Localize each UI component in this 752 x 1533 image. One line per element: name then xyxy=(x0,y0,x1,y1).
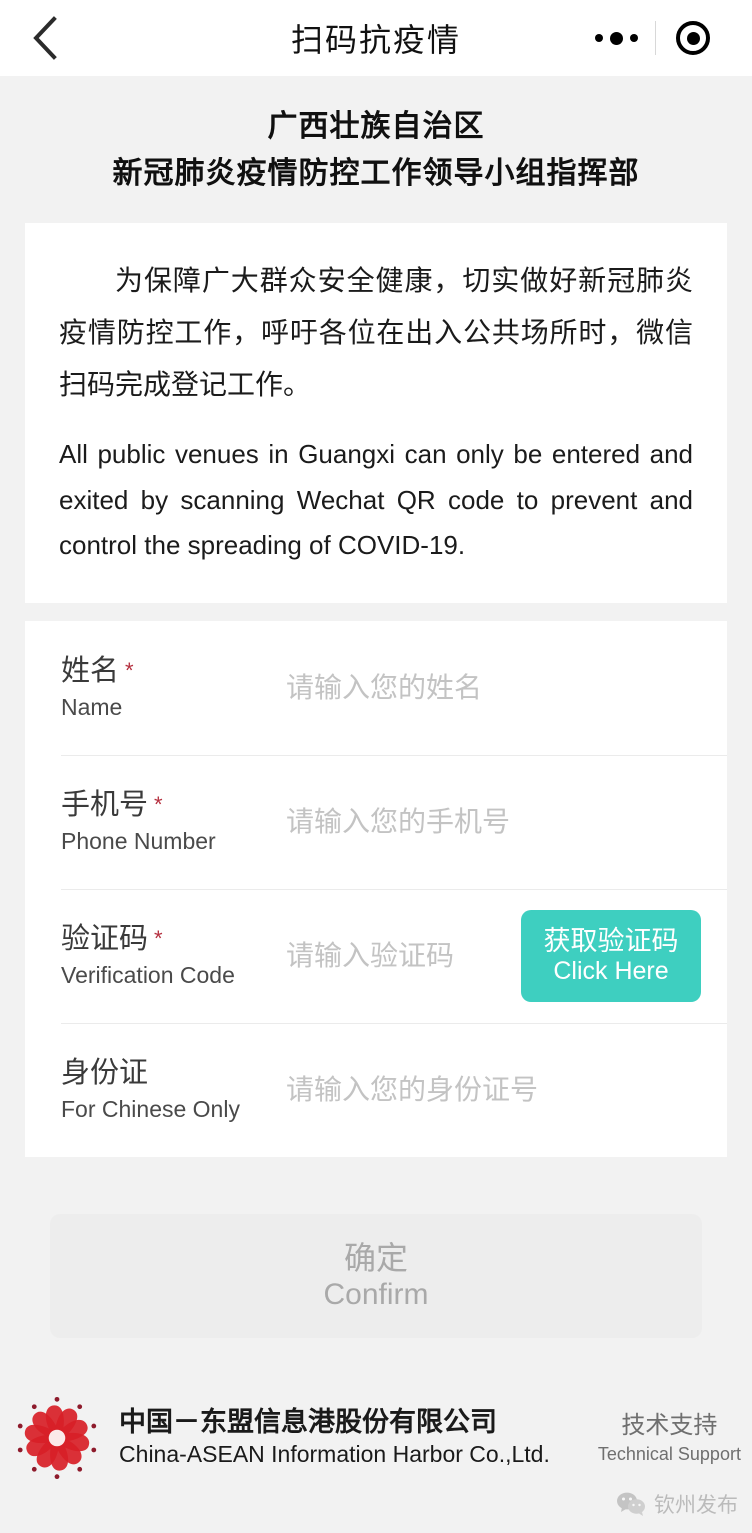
label-phone-cn: 手机号 * xyxy=(61,787,286,823)
required-asterisk: * xyxy=(154,925,163,951)
label-name-cn-text: 姓名 xyxy=(61,654,120,687)
org-title-line-2: 新冠肺炎疫情防控工作领导小组指挥部 xyxy=(112,156,640,190)
footer: 中国－东盟信息港股份有限公司 China-ASEAN Information H… xyxy=(0,1392,752,1484)
footer-company-en: China-ASEAN Information Harbor Co.,Ltd. xyxy=(119,1441,550,1468)
target-core xyxy=(686,31,700,45)
wechat-capsule xyxy=(577,15,730,61)
close-target-button[interactable] xyxy=(656,15,730,61)
footer-support: 技术支持 Technical Support xyxy=(598,1410,741,1467)
footer-support-cn: 技术支持 xyxy=(621,1411,718,1439)
id-card-input[interactable] xyxy=(286,1073,701,1106)
confirm-label-cn: 确定 xyxy=(343,1239,408,1276)
label-phone-cn-text: 手机号 xyxy=(61,788,149,821)
label-id-card-en: For Chinese Only xyxy=(61,1096,240,1123)
chevron-left-icon xyxy=(33,16,57,60)
label-verification-code: 验证码 * Verification Code xyxy=(61,921,286,991)
field-phone xyxy=(286,805,701,838)
org-title: 广西壮族自治区 新冠肺炎疫情防控工作领导小组指挥部 xyxy=(0,76,752,223)
watermark-text: 钦州发布 xyxy=(654,1494,738,1517)
watermark: 钦州发布 xyxy=(616,1489,738,1519)
get-code-label-cn: 获取验证码 xyxy=(543,925,679,956)
footer-support-en: Technical Support xyxy=(597,1443,741,1464)
name-input[interactable] xyxy=(286,671,701,704)
target-circle-icon xyxy=(676,21,710,55)
navbar: 扫码抗疫情 xyxy=(0,0,752,76)
org-title-line-1: 广西壮族自治区 xyxy=(267,110,485,143)
notice-text-chinese: 为保障广大群众安全健康，切实做好新冠肺炎疫情防控工作，呼吁各位在出入公共场所时，… xyxy=(59,265,693,400)
field-verification-code xyxy=(286,939,507,972)
confirm-label-en: Confirm xyxy=(323,1278,429,1312)
form-row-phone: 手机号 * Phone Number xyxy=(25,754,727,889)
footer-company-cn: 中国－东盟信息港股份有限公司 xyxy=(119,1407,498,1438)
get-code-label-en: Click Here xyxy=(553,957,669,986)
get-verification-code-button[interactable]: 获取验证码 Click Here xyxy=(521,909,701,1002)
required-asterisk: * xyxy=(125,657,134,683)
form-row-name: 姓名 * Name xyxy=(25,621,727,755)
china-asean-flower-logo xyxy=(17,1396,97,1479)
dot-right xyxy=(629,34,638,42)
back-button[interactable] xyxy=(22,15,68,61)
dot-center xyxy=(609,31,623,45)
confirm-area: 确定 Confirm xyxy=(0,1157,752,1338)
verification-code-input[interactable] xyxy=(286,939,507,972)
dot-left xyxy=(594,34,603,42)
field-id-card xyxy=(286,1073,701,1106)
more-dots-icon[interactable] xyxy=(577,15,655,61)
label-name-en: Name xyxy=(61,694,123,721)
notice-card: 为保障广大群众安全健康，切实做好新冠肺炎疫情防控工作，呼吁各位在出入公共场所时，… xyxy=(25,223,727,603)
label-verification-code-cn: 验证码 * xyxy=(61,921,286,957)
label-phone: 手机号 * Phone Number xyxy=(61,787,286,857)
wechat-icon xyxy=(617,1492,645,1516)
field-name xyxy=(286,671,701,704)
required-asterisk: * xyxy=(154,791,163,817)
page-body: 广西壮族自治区 新冠肺炎疫情防控工作领导小组指挥部 为保障广大群众安全健康，切实… xyxy=(0,76,752,1484)
form-row-verification-code: 验证码* Verification Code 获取验证码 Click Here xyxy=(25,888,727,1023)
label-id-card: 身份证 For Chinese Only xyxy=(61,1055,286,1125)
label-verification-code-en: Verification Code xyxy=(61,962,235,989)
footer-company: 中国－东盟信息港股份有限公司 China-ASEAN Information H… xyxy=(119,1405,550,1470)
notice-text-english: All public venues in Guangxi can only be… xyxy=(59,439,693,561)
confirm-button[interactable]: 确定 Confirm xyxy=(50,1213,702,1338)
label-phone-en: Phone Number xyxy=(61,828,216,855)
registration-form: 姓名* Name 手机号* Phone Number 验证码* Verifica… xyxy=(25,620,727,1157)
form-row-id-card: 身份证 For Chinese Only xyxy=(25,1022,727,1157)
label-id-card-cn: 身份证 xyxy=(61,1056,149,1089)
label-name-cn: 姓名 * xyxy=(61,653,286,689)
label-name: 姓名 * Name xyxy=(61,653,286,723)
label-verification-code-cn-text: 验证码 xyxy=(61,922,149,955)
phone-input[interactable] xyxy=(286,805,701,838)
